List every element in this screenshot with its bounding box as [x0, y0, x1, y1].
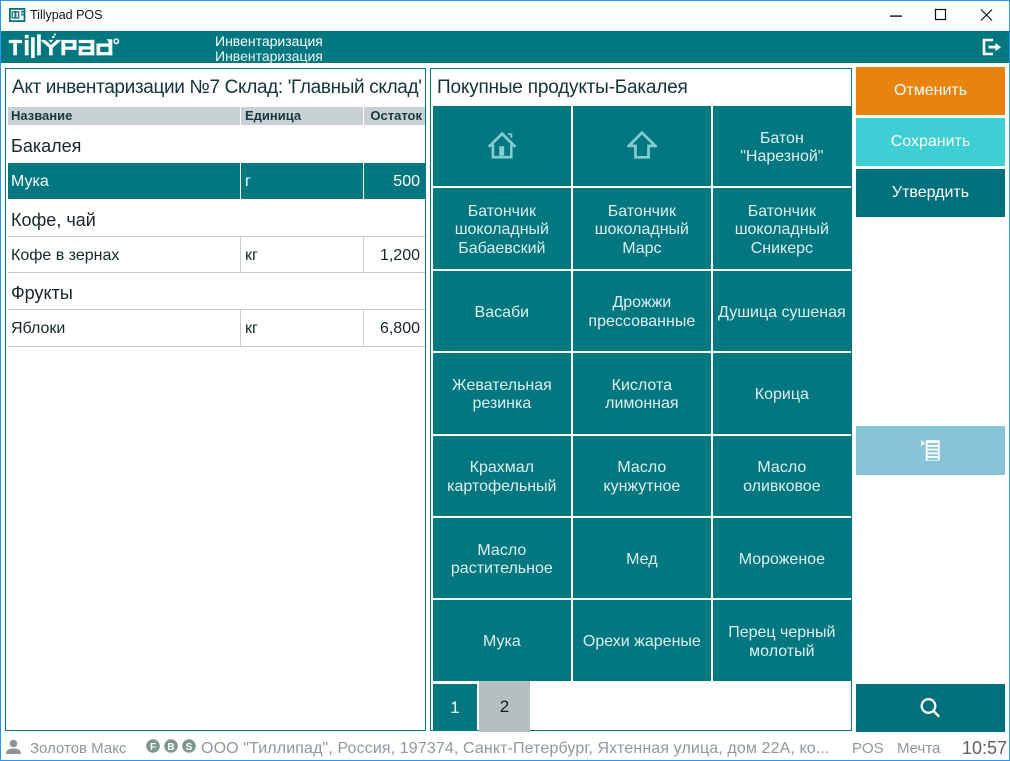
- svg-text:B: B: [167, 742, 174, 753]
- svg-text:S: S: [186, 742, 193, 753]
- svg-text:F: F: [150, 742, 156, 753]
